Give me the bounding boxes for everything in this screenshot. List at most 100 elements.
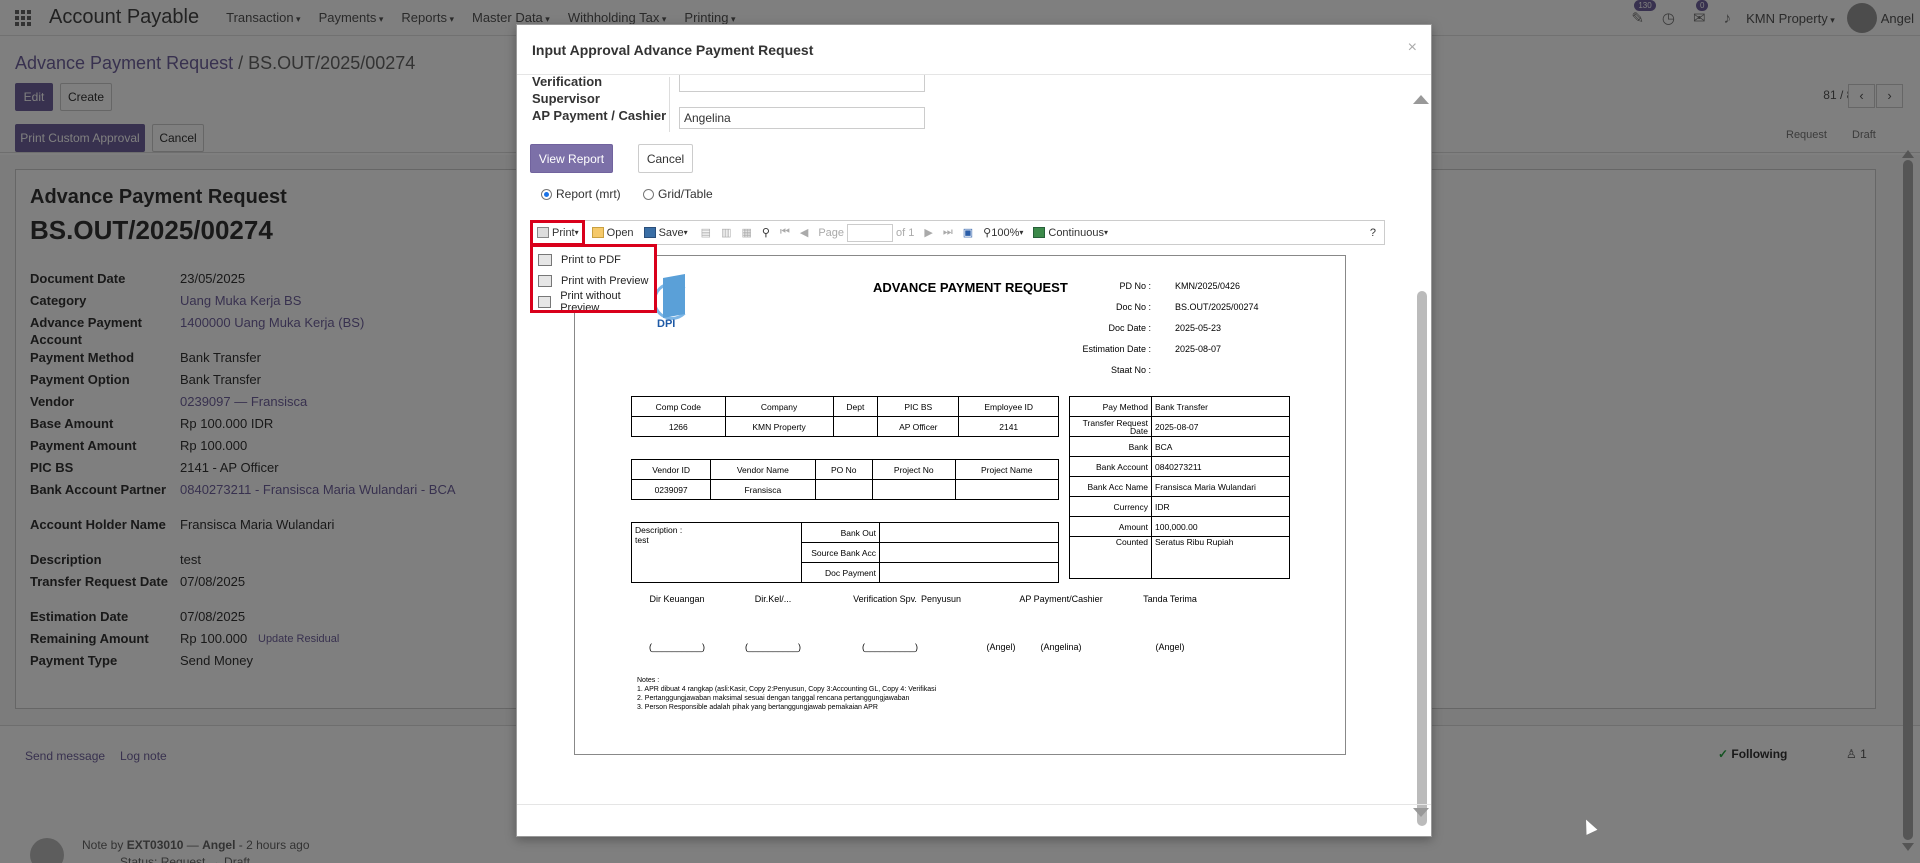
save-label: Save — [658, 226, 684, 239]
next-page-icon[interactable]: ▶ — [924, 226, 932, 239]
modal-scroll-up-icon[interactable] — [1413, 95, 1429, 104]
page-scrollbar[interactable] — [1896, 150, 1920, 863]
radio-report-label: Report (mrt) — [556, 187, 621, 201]
value-transfer-request-date: 2025-08-07 — [1151, 416, 1290, 437]
save-button[interactable]: Save ▾ — [643, 226, 688, 239]
meta-label-staat-no: Staat No : — [1110, 365, 1151, 375]
prev-page-icon[interactable]: ◀ — [800, 226, 808, 239]
note-line-3: 3. Person Responsible adalah pihak yang … — [637, 704, 878, 711]
td-employee-id: 2141 — [958, 416, 1059, 437]
description-value: test — [635, 535, 649, 545]
label-currency: Currency — [1069, 496, 1152, 517]
td-po-no — [814, 479, 873, 500]
modal-header: Input Approval Advance Payment Request × — [517, 25, 1431, 75]
label-doc-payment: Doc Payment — [801, 562, 880, 583]
open-label: Open — [606, 226, 634, 239]
report-notes: Notes : 1. APR dibuat 4 rangkap (asli:Ka… — [637, 676, 936, 712]
continuous-icon — [1033, 227, 1046, 238]
signer-tanda-terima: Tanda Terima — [1143, 594, 1197, 604]
meta-value-pd-no: KMN/2025/0426 — [1175, 281, 1241, 291]
folder-icon — [591, 227, 604, 238]
td-vendor-name: Fransisca — [710, 479, 816, 500]
value-bank-acc-name: Fransisca Maria Wulandari — [1151, 476, 1290, 497]
sign-dir-kel: (__________) — [744, 642, 802, 652]
th-vendor-name: Vendor Name — [710, 459, 816, 480]
value-pay-method: Bank Transfer — [1151, 396, 1290, 417]
meta-label-estimation-date: Estimation Date : — [1082, 344, 1151, 354]
last-page-icon[interactable]: ⏭ — [943, 226, 953, 239]
value-bank-account: 0840273211 — [1151, 456, 1290, 477]
report-table-company: Comp Code Company Dept PIC BS Employee I… — [631, 396, 1059, 437]
td-dept — [832, 416, 879, 437]
logo-building — [663, 274, 685, 318]
th-project-no: Project No — [871, 459, 956, 480]
clipboard-icon[interactable]: ▥ — [721, 226, 731, 239]
report-page: DPI ADVANCE PAYMENT REQUEST PD No : KMN/… — [574, 255, 1346, 755]
copy-icon[interactable]: ▦ — [741, 226, 751, 239]
signer-dir-keuangan: Dir Keuangan — [649, 594, 705, 604]
close-icon[interactable]: × — [1408, 39, 1417, 57]
note-line-1: 1. APR dibuat 4 rangkap (asli:Kasir, Cop… — [637, 686, 937, 693]
page-number-input[interactable] — [847, 223, 894, 242]
view-report-button[interactable]: View Report — [530, 144, 613, 173]
td-comp-code: 1266 — [631, 416, 726, 437]
verification-supervisor-input[interactable] — [679, 75, 925, 92]
dropdown-highlight-box — [530, 244, 657, 313]
page-label: Page — [818, 226, 845, 239]
th-po-no: PO No — [814, 459, 873, 480]
label-supervisor: Supervisor — [532, 91, 600, 106]
notes-heading: Notes : — [637, 677, 660, 684]
sign-dir-keuangan: (__________) — [648, 642, 706, 652]
label-bank-account: Bank Account — [1069, 456, 1152, 477]
save-icon — [643, 227, 656, 238]
print-highlight-box — [530, 220, 585, 246]
signer-penyusun: Penyusun — [920, 594, 962, 604]
description-cell: Description : test — [631, 522, 802, 583]
signer-dir-kel: Dir.Kel/... — [754, 594, 792, 604]
label-counted: Counted — [1069, 536, 1152, 579]
radio-selected-icon — [541, 188, 552, 200]
radio-grid-label: Grid/Table — [658, 187, 713, 201]
note-line-2: 2. Pertanggungjawaban maksimal sesuai de… — [637, 695, 910, 702]
view-mode-label: Continuous — [1048, 226, 1105, 239]
view-mode-button[interactable]: Continuous ▾ — [1033, 227, 1108, 239]
radio-grid-table[interactable]: Grid/Table — [643, 187, 713, 201]
report-table-vendor: Vendor ID Vendor Name PO No Project No P… — [630, 459, 1060, 500]
value-amount: 100,000.00 — [1151, 516, 1290, 537]
modal-footer — [517, 804, 1431, 836]
radio-empty-icon — [643, 188, 654, 200]
zoom-button[interactable]: ⚲ 100% ▾ — [983, 226, 1023, 240]
ap-payment-cashier-input[interactable]: Angelina — [679, 107, 925, 129]
td-project-no — [871, 479, 956, 500]
modal-cancel-button[interactable]: Cancel — [638, 144, 693, 173]
radio-report[interactable]: Report (mrt) — [541, 187, 621, 201]
sign-verification: (__________) — [861, 642, 919, 652]
th-company: Company — [724, 396, 834, 417]
find-icon[interactable]: ⚲ — [762, 226, 770, 239]
th-pic-bs: PIC BS — [877, 396, 960, 417]
zoom-label: 100% — [991, 226, 1020, 239]
description-label: Description : — [635, 525, 683, 535]
fit-page-icon[interactable]: ▣ — [963, 226, 973, 239]
sign-ap-payment: (Angelina) — [1040, 642, 1082, 652]
page-count: of 1 — [896, 226, 915, 239]
approval-modal: Input Approval Advance Payment Request ×… — [516, 24, 1432, 837]
page-scroll-thumb[interactable] — [1903, 160, 1913, 840]
export-icon[interactable]: ▤ — [701, 226, 711, 239]
modal-scroll-thumb[interactable] — [1417, 291, 1427, 826]
help-icon[interactable]: ? — [1370, 227, 1376, 239]
th-comp-code: Comp Code — [631, 396, 726, 417]
label-amount: Amount — [1069, 516, 1152, 537]
label-ap-payment-cashier: AP Payment / Cashier — [532, 108, 667, 123]
label-bank-acc-name: Bank Acc Name — [1069, 476, 1152, 497]
field-divider — [669, 77, 670, 132]
open-button[interactable]: Open — [591, 226, 634, 239]
scroll-down-icon[interactable] — [1902, 843, 1914, 851]
first-page-icon[interactable]: ⏮ — [780, 226, 790, 239]
meta-value-estimation-date: 2025-08-07 — [1175, 344, 1222, 354]
report-table-payment: Pay Method Bank Transfer Transfer Request… — [1069, 396, 1290, 579]
modal-scrollbar[interactable] — [1413, 81, 1429, 826]
scroll-up-icon[interactable] — [1902, 150, 1914, 158]
label-verification: Verification — [532, 74, 603, 89]
label-source-bank: Source Bank Acc — [801, 542, 880, 563]
